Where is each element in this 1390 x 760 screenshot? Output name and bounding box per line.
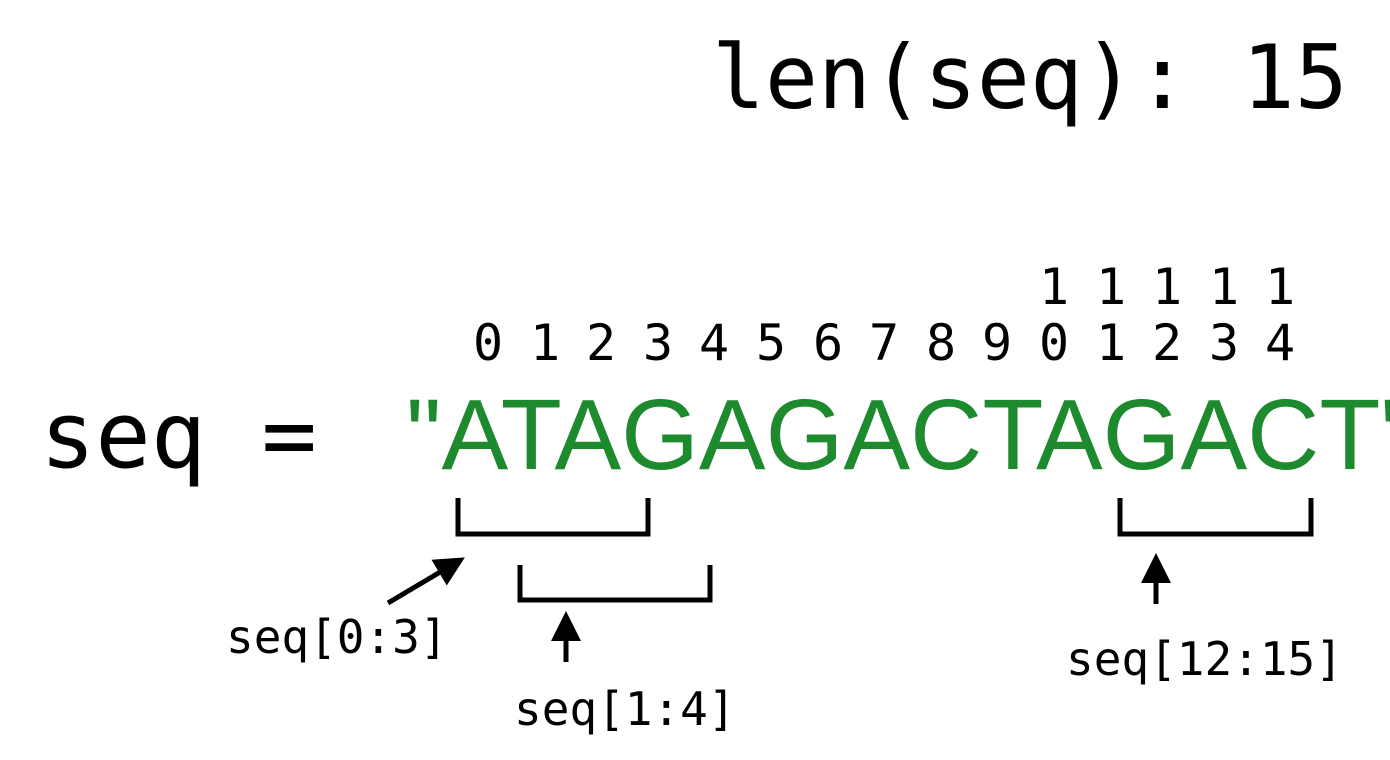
bracket-slice-1-4 [517,565,713,603]
slice-label-12-15: seq[12:15] [1066,632,1343,686]
bracket-slice-0-3 [455,498,651,537]
slice-label-1-4: seq[1:4] [514,682,736,736]
arrow-slice-0-3 [386,557,465,606]
bracket-slice-12-15 [1117,498,1314,537]
slice-label-0-3: seq[0:3] [226,610,448,664]
